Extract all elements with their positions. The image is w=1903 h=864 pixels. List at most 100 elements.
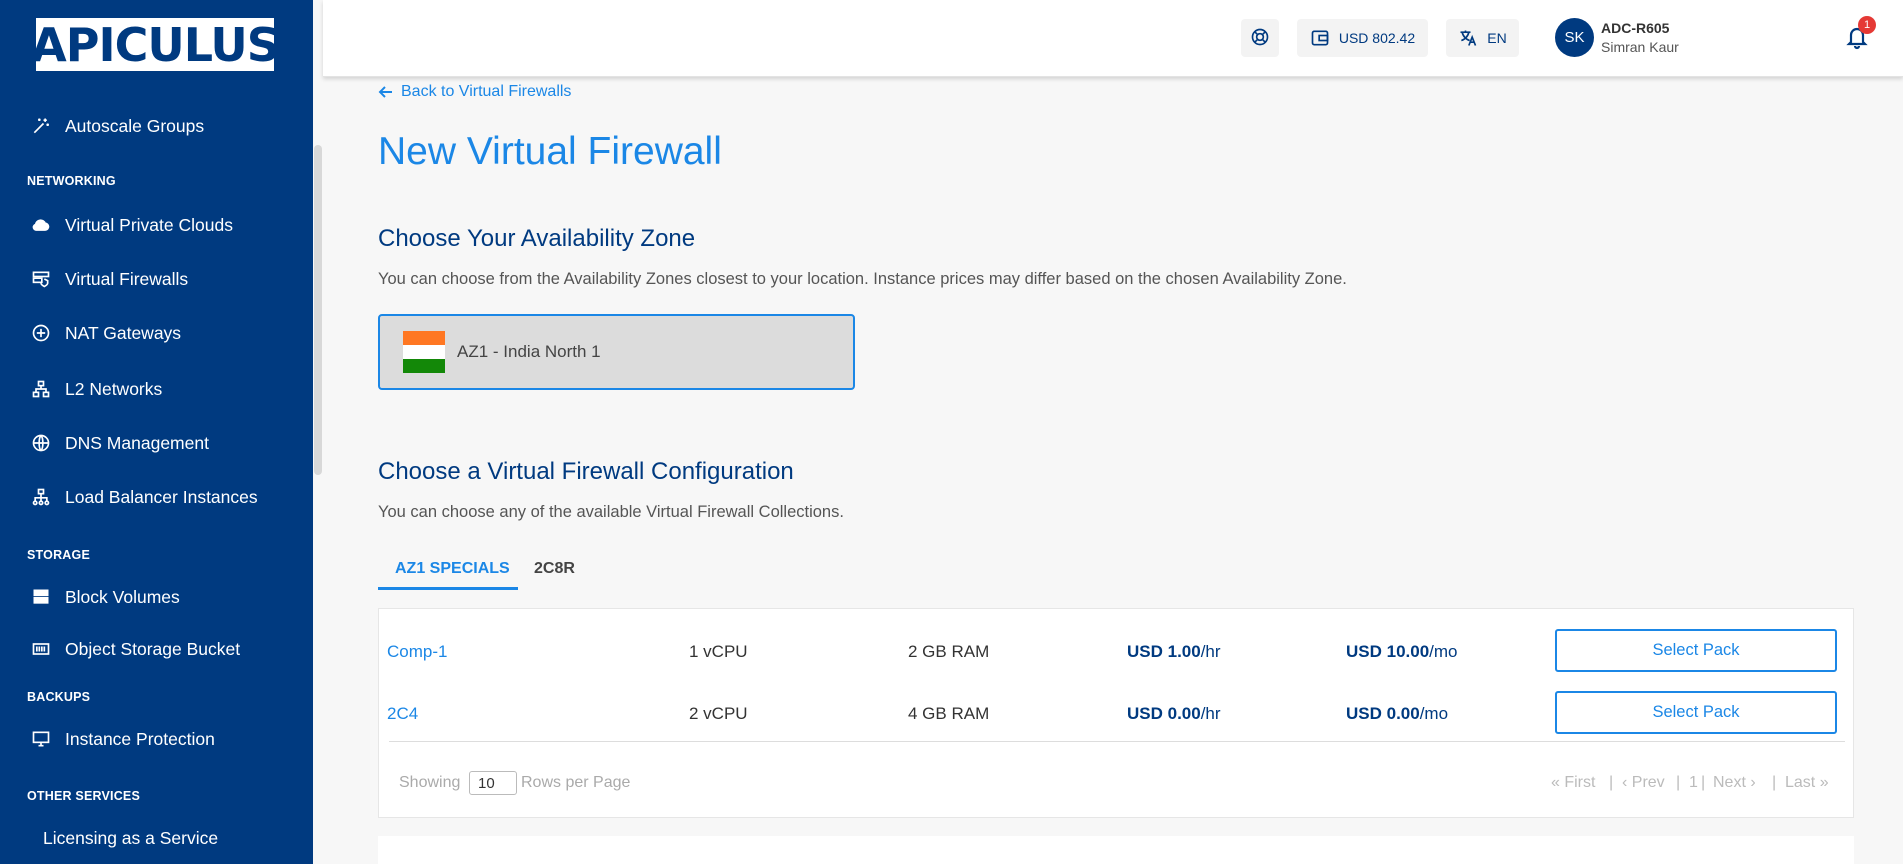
hourly-amount: USD 1.00: [1127, 642, 1201, 661]
hourly-amount: USD 0.00: [1127, 704, 1201, 723]
sidebar-item-label: L2 Networks: [65, 378, 163, 399]
sidebar-item-instance-protection[interactable]: Instance Protection: [30, 724, 215, 754]
pack-ram: 4 GB RAM: [908, 704, 990, 723]
translate-icon: [1458, 28, 1478, 48]
india-flag-icon: [403, 331, 445, 373]
wallet-balance-button[interactable]: USD 802.42: [1297, 19, 1428, 57]
sidebar-item-label: Licensing as a Service: [43, 827, 219, 848]
hourly-unit: /hr: [1200, 704, 1221, 723]
sidebar-item-licensing-as-a-service[interactable]: Licensing as a Service: [43, 823, 218, 853]
wallet-icon: [1310, 28, 1330, 48]
pager-last[interactable]: Last »: [1785, 774, 1829, 792]
language-text: EN: [1487, 30, 1507, 46]
account-id: ADC-R605: [1601, 20, 1670, 36]
pager-first[interactable]: « First: [1551, 774, 1595, 792]
tab-2c8r[interactable]: 2C8R: [534, 556, 575, 590]
sidebar-item-load-balancer-instances[interactable]: Load Balancer Instances: [30, 482, 258, 512]
sidebar-item-label: Object Storage Bucket: [65, 638, 241, 659]
rows-per-page-label: Rows per Page: [521, 774, 631, 791]
sidebar-section-backups: BACKUPS: [27, 690, 91, 704]
pager-next[interactable]: Next ›: [1713, 774, 1756, 792]
sidebar-item-autoscale-groups[interactable]: Autoscale Groups: [30, 111, 204, 141]
table-row: Comp-1 1 vCPU 2 GB RAM USD 1.00/hr USD 1…: [379, 629, 1855, 677]
bell-icon: [1845, 27, 1869, 54]
pager-separator: |: [1676, 774, 1681, 791]
availability-zone-heading: Choose Your Availability Zone: [378, 225, 696, 252]
block-storage-icon: [30, 586, 52, 608]
next-section-card: [378, 836, 1854, 864]
cloud-icon: [30, 214, 52, 236]
sidebar-item-label: NAT Gateways: [65, 322, 182, 343]
language-button[interactable]: EN: [1446, 19, 1519, 57]
availability-zone-label: AZ1 - India North 1: [457, 342, 601, 361]
sidebar-item-nat-gateways[interactable]: NAT Gateways: [30, 318, 181, 348]
availability-zone-description: You can choose from the Availability Zon…: [378, 270, 1347, 288]
sidebar-item-label: DNS Management: [65, 432, 209, 453]
lifebuoy-icon: [1250, 27, 1270, 50]
pager-separator: |: [1609, 774, 1614, 791]
monthly-amount: USD 10.00: [1346, 642, 1430, 661]
balance-text: USD 802.42: [1338, 30, 1416, 46]
page-title: New Virtual Firewall: [378, 130, 722, 173]
pack-name[interactable]: Comp-1: [387, 642, 447, 662]
apiculus-logo[interactable]: APICULUS: [31, 18, 280, 71]
user-name: Simran Kaur: [1601, 39, 1679, 55]
avatar[interactable]: SK: [1555, 18, 1594, 57]
select-pack-button[interactable]: Select Pack: [1555, 629, 1837, 672]
availability-zone-card-az1[interactable]: AZ1 - India North 1: [378, 314, 855, 390]
support-button[interactable]: [1241, 19, 1279, 57]
sidebar-item-label: Virtual Private Clouds: [65, 214, 233, 235]
configuration-description: You can choose any of the available Virt…: [378, 503, 844, 521]
sidebar-item-label: Instance Protection: [65, 728, 215, 749]
showing-label: Showing: [399, 774, 461, 791]
tab-az1-specials[interactable]: AZ1 SPECIALS: [378, 556, 518, 590]
bucket-icon: [30, 638, 52, 660]
sidebar-item-block-volumes[interactable]: Block Volumes: [30, 582, 180, 612]
notification-badge: 1: [1858, 16, 1876, 34]
sidebar: APICULUS Autoscale Groups NETWORKING Vir…: [0, 0, 313, 864]
load-balancer-icon: [30, 486, 52, 508]
firewall-packs-table: Comp-1 1 vCPU 2 GB RAM USD 1.00/hr USD 1…: [378, 608, 1854, 818]
monthly-unit: /mo: [1419, 704, 1449, 723]
pager-separator: |: [1772, 774, 1777, 791]
sidebar-item-dns-management[interactable]: DNS Management: [30, 428, 209, 458]
globe-icon: [30, 432, 52, 454]
arrow-left-icon: [378, 84, 401, 100]
sidebar-scrollbar[interactable]: [314, 145, 322, 475]
sidebar-section-other-services: OTHER SERVICES: [27, 789, 141, 803]
pack-monthly-price: USD 10.00/mo: [1346, 642, 1458, 662]
back-to-virtual-firewalls-link[interactable]: Back to Virtual Firewalls: [378, 83, 571, 101]
flag-stripe: [403, 345, 445, 359]
flag-stripe: [403, 359, 445, 373]
pack-cpu: 1 vCPU: [689, 642, 748, 661]
select-pack-button[interactable]: Select Pack: [1555, 691, 1837, 734]
sidebar-section-storage: STORAGE: [27, 548, 90, 562]
pack-monthly-price: USD 0.00/mo: [1346, 704, 1448, 724]
sidebar-item-virtual-firewalls[interactable]: Virtual Firewalls: [30, 264, 188, 294]
pager-prev[interactable]: ‹ Prev: [1622, 774, 1665, 792]
pack-name[interactable]: 2C4: [387, 704, 418, 724]
sidebar-item-virtual-private-clouds[interactable]: Virtual Private Clouds: [30, 210, 233, 240]
firewall-icon: [30, 268, 52, 290]
flag-stripe: [403, 331, 445, 345]
pack-cpu: 2 vCPU: [689, 704, 748, 723]
pack-ram: 2 GB RAM: [908, 642, 990, 661]
table-divider: [389, 741, 1845, 742]
pack-hourly-price: USD 1.00/hr: [1127, 642, 1221, 662]
back-link-label: Back to Virtual Firewalls: [401, 83, 572, 100]
nat-icon: [30, 322, 52, 344]
configuration-heading: Choose a Virtual Firewall Configuration: [378, 458, 794, 485]
pack-hourly-price: USD 0.00/hr: [1127, 704, 1221, 724]
sidebar-item-object-storage-bucket[interactable]: Object Storage Bucket: [30, 634, 240, 664]
sidebar-item-label: Virtual Firewalls: [65, 268, 189, 289]
pager-separator: |: [1701, 774, 1706, 791]
sidebar-item-label: Autoscale Groups: [65, 115, 205, 136]
sidebar-item-label: Load Balancer Instances: [65, 486, 258, 507]
sidebar-item-l2-networks[interactable]: L2 Networks: [30, 374, 162, 404]
rows-per-page-input[interactable]: [469, 771, 517, 795]
network-tree-icon: [30, 378, 52, 400]
monthly-unit: /mo: [1429, 642, 1458, 661]
monthly-amount: USD 0.00: [1346, 704, 1420, 723]
pager-current-page[interactable]: 1: [1689, 774, 1698, 792]
hourly-unit: /hr: [1200, 642, 1221, 661]
